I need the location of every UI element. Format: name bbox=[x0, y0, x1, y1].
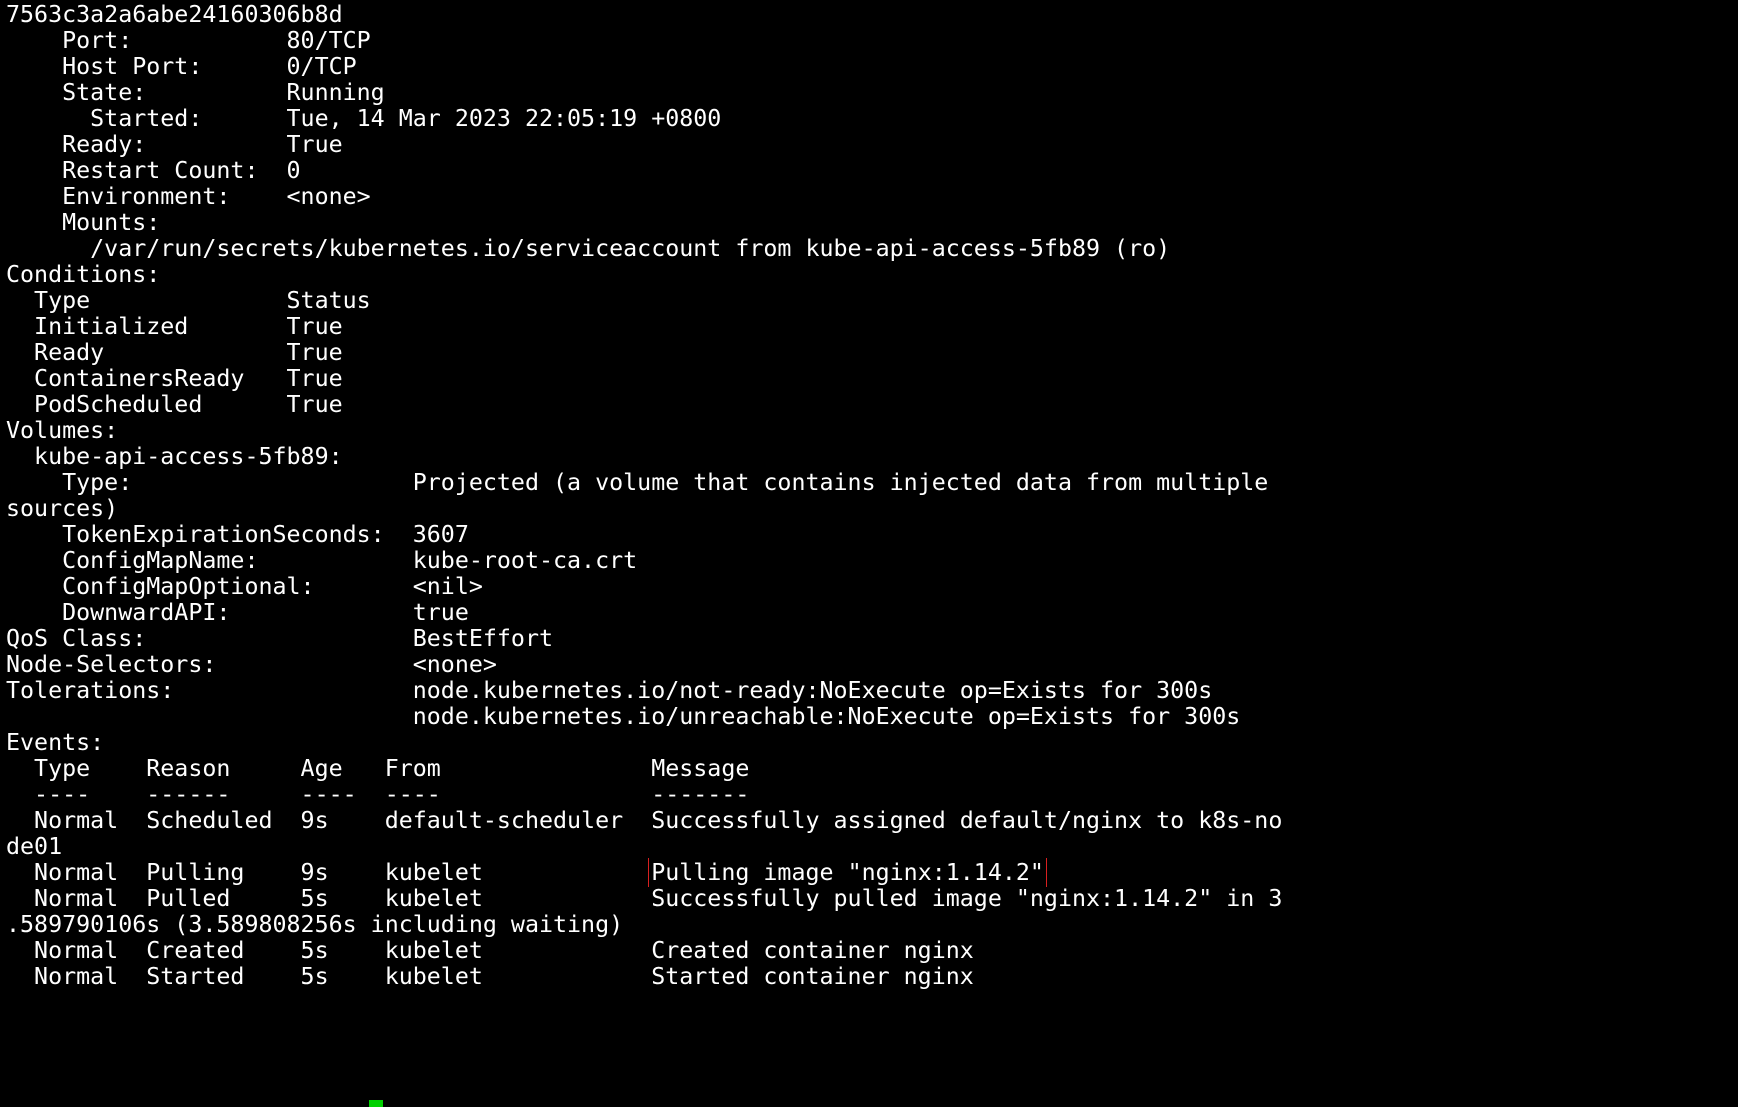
terminal-line: ContainersReady True bbox=[6, 365, 343, 392]
terminal-line: de01 bbox=[6, 833, 63, 860]
terminal-line: kube-api-access-5fb89: bbox=[6, 443, 343, 470]
terminal-line: sources) bbox=[6, 495, 119, 522]
terminal-line: Node-Selectors: <none> bbox=[6, 651, 497, 678]
terminal-line: TokenExpirationSeconds: 3607 bbox=[6, 521, 469, 548]
terminal-line: Mounts: bbox=[6, 209, 161, 236]
terminal-line: Port: 80/TCP bbox=[6, 27, 371, 54]
terminal-line: Ready: True bbox=[6, 131, 343, 158]
terminal-window[interactable]: 7563c3a2a6abe24160306b8d Port: 80/TCP Ho… bbox=[0, 0, 1738, 1107]
terminal-line: State: Running bbox=[6, 79, 385, 106]
terminal-line: Type Status bbox=[6, 287, 371, 314]
terminal-line: Environment: <none> bbox=[6, 183, 371, 210]
terminal-line: ConfigMapOptional: <nil> bbox=[6, 573, 483, 600]
terminal-line: Tolerations: node.kubernetes.io/not-read… bbox=[6, 677, 1213, 704]
terminal-line-prefix: Normal Pulling 9s kubelet bbox=[6, 859, 652, 886]
terminal-line: Conditions: bbox=[6, 261, 161, 288]
terminal-line: Ready True bbox=[6, 339, 343, 366]
terminal-line: Normal Pulled 5s kubelet Successfully pu… bbox=[6, 885, 1283, 912]
terminal-line: Normal Scheduled 9s default-scheduler Su… bbox=[6, 807, 1283, 834]
terminal-line: .589790106s (3.589808256s including wait… bbox=[6, 911, 624, 938]
terminal-line: Started: Tue, 14 Mar 2023 22:05:19 +0800 bbox=[6, 105, 722, 132]
terminal-line: Restart Count: 0 bbox=[6, 157, 301, 184]
terminal-line: Host Port: 0/TCP bbox=[6, 53, 357, 80]
terminal-line: Initialized True bbox=[6, 313, 343, 340]
terminal-cursor bbox=[369, 1100, 383, 1107]
terminal-line: ---- ------ ---- ---- ------- bbox=[6, 781, 750, 808]
terminal-line: Events: bbox=[6, 729, 105, 756]
terminal-line: Normal Created 5s kubelet Created contai… bbox=[6, 937, 974, 964]
highlighted-message: Pulling image "nginx:1.14.2" bbox=[648, 858, 1047, 887]
terminal-line: Normal Started 5s kubelet Started contai… bbox=[6, 963, 974, 990]
terminal-line: Type: Projected (a volume that contains … bbox=[6, 469, 1269, 496]
terminal-line: DownwardAPI: true bbox=[6, 599, 469, 626]
terminal-line: 7563c3a2a6abe24160306b8d bbox=[6, 1, 343, 28]
terminal-line: node.kubernetes.io/unreachable:NoExecute… bbox=[6, 703, 1241, 730]
terminal-line: Volumes: bbox=[6, 417, 119, 444]
terminal-line: QoS Class: BestEffort bbox=[6, 625, 554, 652]
terminal-line: /var/run/secrets/kubernetes.io/serviceac… bbox=[6, 235, 1171, 262]
terminal-line: PodScheduled True bbox=[6, 391, 343, 418]
terminal-line-pulling: Normal Pulling 9s kubelet Pulling image … bbox=[6, 858, 1736, 887]
terminal-line: Type Reason Age From Message bbox=[6, 755, 750, 782]
terminal-line: ConfigMapName: kube-root-ca.crt bbox=[6, 547, 638, 574]
